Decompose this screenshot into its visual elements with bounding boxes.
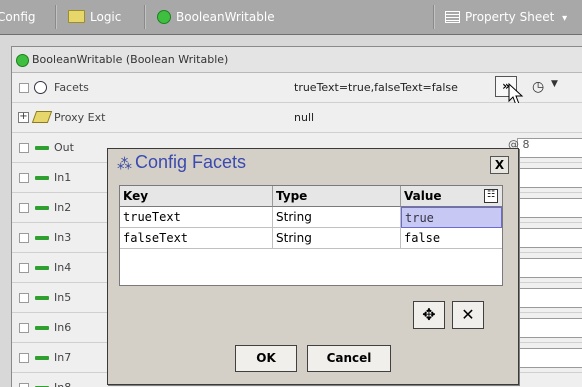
folder-icon — [68, 10, 85, 23]
column-header-type[interactable]: Type — [273, 186, 401, 207]
property-name: In3 — [54, 231, 72, 244]
config-facets-dialog: ⁂ Config Facets X Key Type Value ☷ trueT… — [107, 148, 519, 385]
property-name: In7 — [54, 351, 72, 364]
value-field[interactable] — [517, 228, 582, 248]
column-header-key[interactable]: Key — [120, 186, 273, 207]
row-checkbox[interactable] — [19, 83, 29, 93]
slot-icon — [35, 356, 49, 360]
slot-icon — [35, 326, 49, 330]
row-checkbox[interactable] — [19, 263, 29, 273]
row-checkbox[interactable] — [19, 293, 29, 303]
property-name: In8 — [54, 373, 71, 387]
property-name: In5 — [54, 291, 72, 304]
breadcrumb-booleanwritable[interactable]: BooleanWritable — [157, 0, 275, 34]
slot-icon — [35, 146, 49, 150]
table-cell-value[interactable]: false — [401, 228, 502, 249]
table-cell-key[interactable]: falseText — [120, 228, 273, 249]
row-checkbox[interactable] — [19, 323, 29, 333]
breadcrumb-config[interactable]: Config — [0, 0, 36, 34]
remove-facet-button[interactable]: ✕ — [452, 301, 484, 329]
nav-separator — [55, 5, 57, 29]
value-field[interactable] — [517, 168, 582, 188]
ok-button[interactable]: OK — [235, 345, 297, 372]
sheet-title-row: BooleanWritable (Boolean Writable) — [12, 47, 582, 73]
dialog-title-bar[interactable]: ⁂ Config Facets X — [108, 149, 518, 181]
slot-icon — [35, 266, 49, 270]
table-cell-type[interactable]: String — [273, 228, 401, 249]
value-field[interactable] — [517, 258, 582, 278]
dialog-title: Config Facets — [135, 152, 247, 172]
row-checkbox[interactable] — [19, 233, 29, 243]
property-name: Facets — [54, 81, 89, 94]
breadcrumb-logic[interactable]: Logic — [68, 0, 121, 34]
property-row-proxy-ext[interactable]: + Proxy Ext null — [12, 103, 582, 133]
property-name: In1 — [54, 171, 72, 184]
sheet-title: BooleanWritable (Boolean Writable) — [32, 53, 229, 66]
row-checkbox[interactable] — [19, 173, 29, 183]
row-checkbox[interactable] — [19, 383, 29, 387]
property-name: In4 — [54, 261, 72, 274]
clock-icon[interactable]: ◷ — [532, 79, 544, 95]
value-field[interactable] — [517, 348, 582, 368]
property-name: Out — [54, 141, 74, 154]
property-value: trueText=true,falseText=false — [294, 81, 458, 94]
component-status-icon — [16, 54, 29, 67]
chevron-down-icon: ▾ — [562, 13, 568, 24]
component-status-icon — [157, 9, 171, 24]
chevron-down-icon[interactable]: ▼ — [551, 79, 558, 89]
value-field[interactable] — [517, 288, 582, 308]
property-value: null — [294, 111, 315, 124]
slot-icon — [35, 206, 49, 210]
facets-table: Key Type Value ☷ trueText String true fa… — [119, 185, 503, 286]
property-row-facets[interactable]: Facets trueText=true,falseText=false » ◷… — [12, 73, 582, 106]
expand-icon[interactable]: + — [18, 112, 29, 123]
add-facet-button[interactable]: ✥ — [413, 301, 445, 329]
nav-separator — [144, 5, 146, 29]
row-checkbox[interactable] — [19, 143, 29, 153]
facets-dialog-icon: ⁂ — [117, 155, 132, 173]
nav-separator — [433, 5, 435, 29]
view-selector[interactable]: Property Sheet ▾ — [445, 0, 567, 34]
slot-icon — [35, 236, 49, 240]
close-button[interactable]: X — [490, 156, 509, 174]
proxy-ext-icon — [31, 111, 53, 123]
nav-bar: Config Logic BooleanWritable Property Sh… — [0, 0, 582, 35]
cancel-button[interactable]: Cancel — [307, 345, 391, 372]
row-checkbox[interactable] — [19, 353, 29, 363]
slot-icon — [35, 296, 49, 300]
row-checkbox[interactable] — [19, 203, 29, 213]
table-cell-key[interactable]: trueText — [120, 207, 273, 228]
table-cell-type[interactable]: String — [273, 207, 401, 228]
slot-icon — [35, 176, 49, 180]
table-cell-value[interactable]: true — [401, 207, 502, 228]
value-field[interactable] — [517, 198, 582, 218]
property-name: Proxy Ext — [54, 111, 106, 124]
property-name: In6 — [54, 321, 72, 334]
column-chooser-icon[interactable]: ☷ — [484, 189, 498, 203]
value-field[interactable] — [517, 318, 582, 338]
facets-icon — [34, 81, 47, 94]
property-name: In2 — [54, 201, 72, 214]
property-sheet-icon — [445, 10, 460, 23]
